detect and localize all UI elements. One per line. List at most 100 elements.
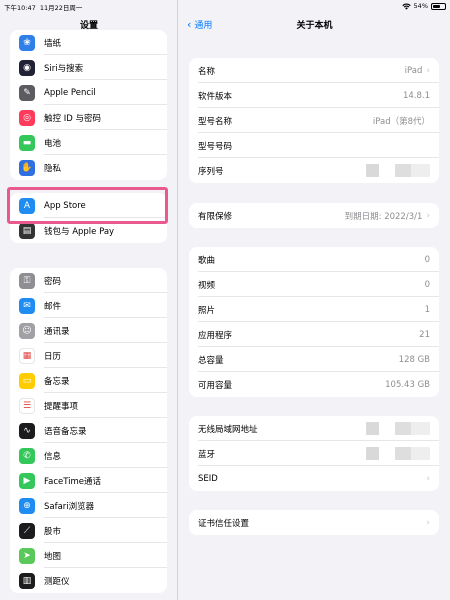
sidebar-item-label: 提醒事项	[44, 401, 79, 412]
sidebar-item-safari[interactable]: ⊕ Safari浏览器	[10, 493, 167, 518]
sidebar-item-wallet[interactable]: ▤ 钱包与 Apple Pay	[10, 218, 167, 243]
about-row-key: 照片	[198, 305, 216, 316]
chevron-right-icon: ›	[426, 473, 430, 484]
sidebar-item-label: 股市	[44, 526, 62, 537]
sidebar-item-label: 日历	[44, 351, 62, 362]
sidebar-item-reminders[interactable]: ☰ 提醒事项	[10, 393, 167, 418]
sidebar-item-notes[interactable]: ▭ 备忘录	[10, 368, 167, 393]
about-row[interactable]: 名称 iPad ›	[189, 58, 439, 83]
about-row: 照片 1	[189, 297, 439, 322]
page-title: 关于本机	[296, 21, 333, 31]
reminders-icon: ☰	[19, 397, 35, 414]
sidebar-group-store: A App Store ▤ 钱包与 Apple Pay	[10, 193, 167, 243]
chevron-right-icon: ›	[426, 210, 430, 221]
siri-icon: ◉	[19, 59, 35, 76]
sidebar-item-label: Siri与搜索	[44, 63, 84, 74]
sidebar-item-pencil[interactable]: ✎ Apple Pencil	[10, 80, 167, 105]
sidebar-item-touch-id[interactable]: ◎ 触控 ID 与密码	[10, 105, 167, 130]
sidebar-item-maps[interactable]: ➤ 地图	[10, 543, 167, 568]
pencil-icon: ✎	[19, 84, 35, 101]
redacted-value	[366, 164, 430, 177]
about-row-key: 软件版本	[198, 91, 233, 102]
wallpaper-icon: ❀	[19, 34, 35, 51]
about-row: 序列号	[189, 158, 439, 183]
chevron-right-icon: ›	[426, 517, 430, 528]
about-row[interactable]: 有限保修 到期日期: 2022/3/1 ›	[189, 203, 439, 228]
key-icon: ⚿	[19, 272, 35, 289]
about-row-value: 14.8.1	[402, 90, 430, 101]
about-row: 软件版本 14.8.1	[189, 83, 439, 108]
about-card-certificates: 证书信任设置 ›	[189, 510, 439, 535]
privacy-hand-icon: ✋	[19, 159, 35, 176]
about-row-key: 有限保修	[198, 211, 233, 222]
sidebar-item-label: Safari浏览器	[44, 501, 95, 512]
about-row-key: 名称	[198, 66, 216, 77]
sidebar-item-label: 邮件	[44, 301, 62, 312]
redacted-value	[366, 422, 430, 435]
about-row-value: 128 GB	[398, 354, 430, 365]
about-row-key: 型号名称	[198, 116, 233, 127]
about-row-key: 无线局域网地址	[198, 424, 258, 435]
sidebar-item-label: 隐私	[44, 163, 62, 174]
about-row-key: 总容量	[198, 355, 224, 366]
about-row: 歌曲 0	[189, 247, 439, 272]
sidebar-item-privacy-hand[interactable]: ✋ 隐私	[10, 155, 167, 180]
sidebar-group-apps: ⚿ 密码 ✉ 邮件 ☺ 通讯录 ▦ 日历 ▭ 备忘录 ☰ 提醒事项 ∿ 语音备忘录 ✆ 信息 ▶ FaceTime…	[10, 268, 167, 593]
about-row: 型号名称 iPad（第8代）	[189, 108, 439, 133]
about-card-warranty: 有限保修 到期日期: 2022/3/1 ›	[189, 203, 439, 228]
touch-id-icon: ◎	[19, 109, 35, 126]
about-row-value: 1	[424, 304, 430, 315]
sidebar-item-label: App Store	[44, 200, 86, 211]
sidebar-item-battery[interactable]: ▬ 电池	[10, 130, 167, 155]
measure-icon: ▥	[19, 572, 35, 589]
app-store-icon: A	[19, 197, 35, 214]
status-time: 下午10:47 11月22日周一	[4, 4, 83, 12]
about-row: 应用程序 21	[189, 322, 439, 347]
sidebar-item-label: 地图	[44, 551, 62, 562]
sidebar-item-voice-memos[interactable]: ∿ 语音备忘录	[10, 418, 167, 443]
about-row: 蓝牙	[189, 441, 439, 466]
sidebar-item-stocks[interactable]: ⟋ 股市	[10, 518, 167, 543]
about-row-key: 应用程序	[198, 330, 233, 341]
sidebar-item-key[interactable]: ⚿ 密码	[10, 268, 167, 293]
about-row: 无线局域网地址	[189, 416, 439, 441]
sidebar-item-wallpaper[interactable]: ❀ 墙纸	[10, 30, 167, 55]
sidebar-item-app-store[interactable]: A App Store	[10, 193, 167, 218]
sidebar-item-mail[interactable]: ✉ 邮件	[10, 293, 167, 318]
about-card-storage: 歌曲 0 视频 0 照片 1 应用程序 21 总容量 128 GB 可用容量 105.43 GB	[189, 247, 439, 397]
about-row-key: 视频	[198, 280, 216, 291]
battery-percent: 54%	[413, 2, 428, 10]
sidebar-group-system: ❀ 墙纸 ◉ Siri与搜索 ✎ Apple Pencil ◎ 触控 ID 与密码 ▬ 电池 ✋ 隐私	[10, 30, 167, 180]
sidebar-item-siri[interactable]: ◉ Siri与搜索	[10, 55, 167, 80]
sidebar-item-label: 通讯录	[44, 326, 70, 337]
about-card-network: 无线局域网地址 蓝牙 SEID ›	[189, 416, 439, 491]
sidebar-item-calendar[interactable]: ▦ 日历	[10, 343, 167, 368]
sidebar-item-label: 测距仪	[44, 576, 70, 587]
sidebar-item-label: 备忘录	[44, 376, 70, 387]
about-row-value: 到期日期: 2022/3/1	[344, 211, 423, 222]
sidebar-item-label: 钱包与 Apple Pay	[44, 226, 115, 237]
about-row-key: SEID	[198, 473, 218, 484]
redacted-value	[366, 447, 430, 460]
about-row-key: 型号号码	[198, 141, 233, 152]
sidebar-item-label: 密码	[44, 276, 62, 287]
battery-icon: ▬	[19, 134, 35, 151]
about-row[interactable]: SEID ›	[189, 466, 439, 491]
sidebar-item-messages[interactable]: ✆ 信息	[10, 443, 167, 468]
sidebar-item-label: 语音备忘录	[44, 426, 87, 437]
sidebar-item-label: 信息	[44, 451, 62, 462]
about-row-key: 可用容量	[198, 380, 233, 391]
about-row: 总容量 128 GB	[189, 347, 439, 372]
sidebar-item-contacts[interactable]: ☺ 通讯录	[10, 318, 167, 343]
about-row: 可用容量 105.43 GB	[189, 372, 439, 397]
about-row[interactable]: 证书信任设置 ›	[189, 510, 439, 535]
about-row-key: 蓝牙	[198, 449, 216, 460]
maps-icon: ➤	[19, 547, 35, 564]
sidebar-item-facetime[interactable]: ▶ FaceTime通话	[10, 468, 167, 493]
sidebar-item-measure[interactable]: ▥ 测距仪	[10, 568, 167, 593]
settings-sidebar: 设置 ❀ 墙纸 ◉ Siri与搜索 ✎ Apple Pencil ◎ 触控 ID 与密码 ▬ 电池…	[0, 0, 178, 600]
about-row-value: iPad（第8代）	[372, 116, 430, 127]
about-row-value: 105.43 GB	[385, 379, 430, 390]
about-row-value: 0	[424, 254, 430, 265]
about-row: 视频 0	[189, 272, 439, 297]
